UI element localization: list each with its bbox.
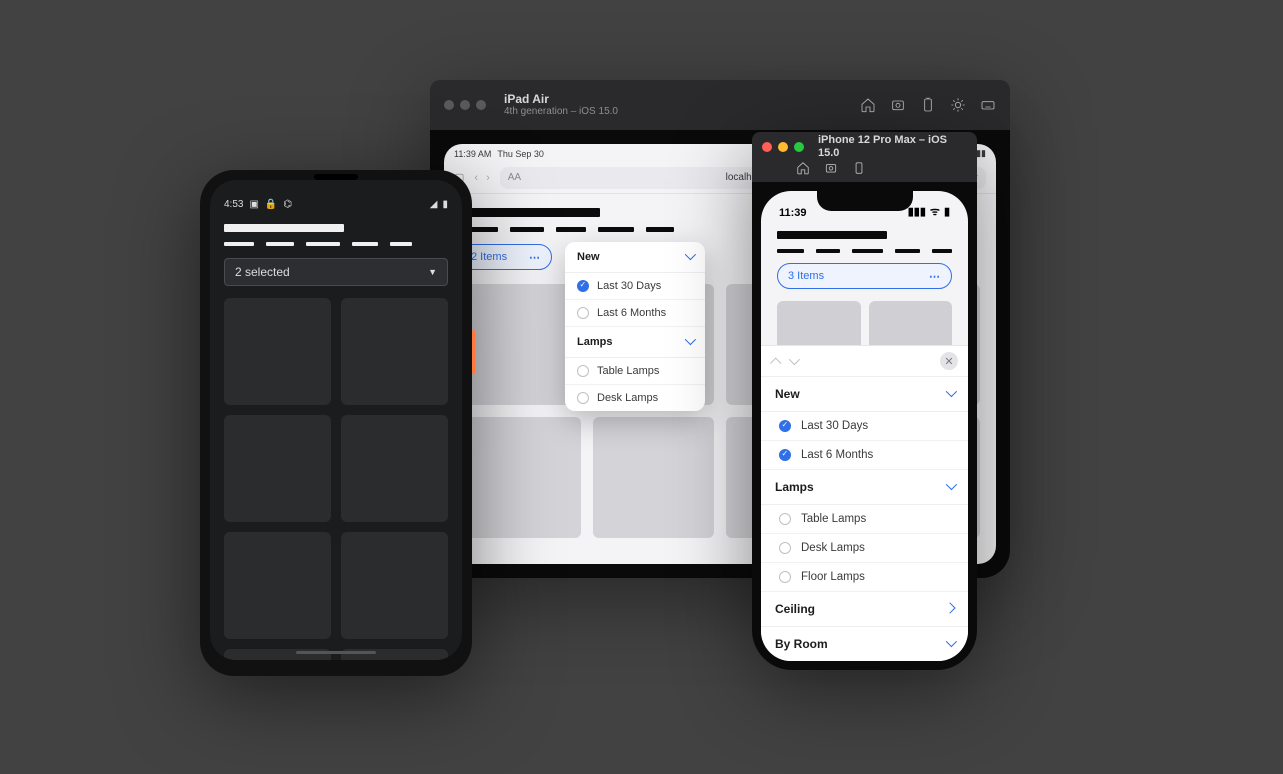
status-date: Thu Sep 30 <box>497 149 544 159</box>
product-card[interactable] <box>341 298 448 405</box>
android-device: 4:53 ▣ 🔒 ⌬ ◢ ▮ <box>200 170 472 676</box>
items-filter-pill[interactable]: 2 Items ⋯ <box>460 244 552 270</box>
filter-option[interactable]: Last 6 Months <box>565 300 705 327</box>
sheet-section-byroom[interactable]: By Room <box>761 627 968 661</box>
popover-section-new[interactable]: New <box>565 242 705 273</box>
lock-icon: 🔒 <box>265 199 277 210</box>
brightness-icon[interactable] <box>950 97 966 113</box>
chevron-down-icon <box>946 388 954 400</box>
notch <box>817 191 913 211</box>
chevron-down-icon <box>946 481 954 493</box>
items-count: 2 Items <box>471 251 507 263</box>
filter-option[interactable]: Last 30 Days <box>761 412 968 441</box>
iphone-screen: 11:39 ▮▮▮ ᯤ ▮ 3 Items <box>761 191 968 661</box>
filter-option[interactable]: Floor Lamps <box>761 563 968 592</box>
product-card[interactable] <box>460 417 581 538</box>
select-label: 2 selected <box>235 265 290 279</box>
screenshot-icon[interactable] <box>890 97 906 113</box>
rotate-icon[interactable] <box>852 161 866 180</box>
radio-checked-icon <box>779 420 791 432</box>
chevron-down-icon <box>946 638 954 650</box>
home-icon[interactable] <box>796 161 810 180</box>
iphone-simulator-window: iPhone 12 Pro Max – iOS 15.0 11:39 ▮▮▮ ᯤ… <box>752 132 977 670</box>
iphone-sim-titlebar[interactable]: iPhone 12 Pro Max – iOS 15.0 <box>752 132 977 182</box>
battery-icon: ▮ <box>442 199 448 210</box>
page-title <box>224 224 344 232</box>
radio-icon <box>779 542 791 554</box>
more-icon: ⋯ <box>929 270 941 283</box>
android-screen: 4:53 ▣ 🔒 ⌬ ◢ ▮ <box>210 180 462 660</box>
filter-select[interactable]: 2 selected ▼ <box>224 258 448 286</box>
radio-icon <box>779 513 791 525</box>
back-icon[interactable]: ‹ <box>474 172 478 184</box>
wifi-icon: ᯤ <box>930 204 940 219</box>
page-tabs[interactable] <box>224 242 448 246</box>
radio-icon <box>577 392 589 404</box>
filter-option[interactable]: Table Lamps <box>565 358 705 385</box>
items-filter-pill[interactable]: 3 Items ⋯ <box>777 263 952 289</box>
window-traffic-lights[interactable] <box>762 142 804 152</box>
status-time: 11:39 <box>779 207 807 219</box>
sheet-section-lamps[interactable]: Lamps <box>761 470 968 505</box>
filter-popover: New Last 30 Days Last 6 Months <box>565 242 705 411</box>
iphone-sim-title: iPhone 12 Pro Max – iOS 15.0 <box>818 134 967 158</box>
battery-icon: ▮ <box>944 205 950 218</box>
chevron-down-icon[interactable] <box>789 354 797 368</box>
status-time: 11:39 AM <box>454 149 491 159</box>
ipad-sim-subtitle: 4th generation – iOS 15.0 <box>504 106 618 117</box>
page-title <box>777 231 887 239</box>
window-traffic-lights[interactable] <box>444 100 486 110</box>
product-card[interactable] <box>341 532 448 639</box>
dropdown-icon: ▼ <box>428 267 437 277</box>
close-sheet-button[interactable]: ✕ <box>940 352 958 370</box>
filter-option[interactable]: Desk Lamps <box>565 385 705 411</box>
product-card[interactable] <box>460 284 581 405</box>
sheet-section-ceiling[interactable]: Ceiling <box>761 592 968 627</box>
product-card[interactable] <box>224 415 331 522</box>
page-title <box>460 208 600 217</box>
product-card[interactable] <box>593 417 714 538</box>
filter-option[interactable]: Table Lamps <box>761 505 968 534</box>
radio-icon <box>577 365 589 377</box>
home-indicator[interactable] <box>296 651 376 654</box>
status-time: 4:53 <box>224 199 243 210</box>
filter-sheet: ✕ New Last 30 Days Last 6 Months <box>761 345 968 661</box>
chevron-down-icon <box>685 336 693 348</box>
popover-section-lamps[interactable]: Lamps <box>565 327 705 358</box>
android-statusbar: 4:53 ▣ 🔒 ⌬ ◢ ▮ <box>210 180 462 214</box>
ipad-sim-title: iPad Air <box>504 93 618 106</box>
screenshot-icon[interactable] <box>824 161 838 180</box>
filter-option[interactable]: Desk Lamps <box>761 534 968 563</box>
radio-icon <box>779 571 791 583</box>
chevron-right-icon <box>946 603 954 615</box>
filter-option[interactable]: Last 30 Days <box>565 273 705 300</box>
keyboard-icon[interactable] <box>980 97 996 113</box>
radio-checked-icon <box>577 280 589 292</box>
reader-icon[interactable]: AA <box>508 172 521 183</box>
radio-checked-icon <box>779 449 791 461</box>
product-card[interactable] <box>341 415 448 522</box>
sheet-section-new[interactable]: New <box>761 377 968 412</box>
signal-icon: ◢ <box>430 199 438 210</box>
radio-icon <box>577 307 589 319</box>
chevron-up-icon[interactable] <box>771 354 779 368</box>
vpn-icon: ▣ <box>249 199 258 210</box>
forward-icon[interactable]: › <box>486 172 490 184</box>
power-button <box>472 330 475 374</box>
filter-option[interactable]: Last 6 Months <box>761 441 968 470</box>
product-card[interactable] <box>224 298 331 405</box>
home-icon[interactable] <box>860 97 876 113</box>
product-card[interactable] <box>224 532 331 639</box>
product-grid <box>224 298 448 660</box>
page-tabs[interactable] <box>777 249 952 253</box>
rotate-icon[interactable] <box>920 97 936 113</box>
debug-icon: ⌬ <box>283 199 292 210</box>
chevron-down-icon <box>685 251 693 263</box>
items-count: 3 Items <box>788 270 824 282</box>
signal-icon: ▮▮▮ <box>908 205 926 218</box>
ipad-sim-titlebar[interactable]: iPad Air 4th generation – iOS 15.0 <box>430 80 1010 130</box>
more-icon: ⋯ <box>529 251 541 264</box>
